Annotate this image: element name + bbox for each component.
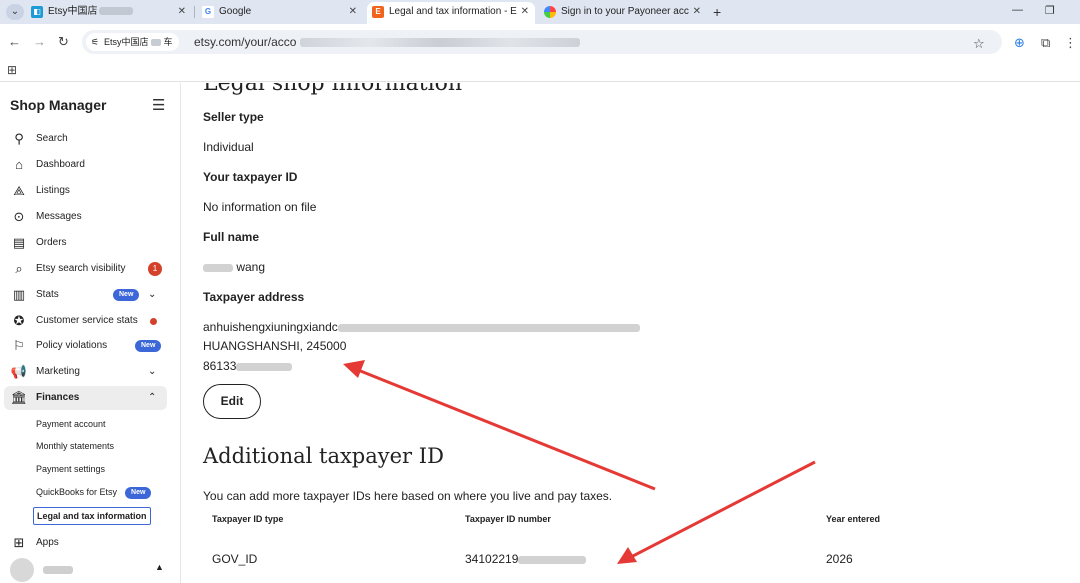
sidebar-title: Shop Manager [10,97,107,113]
sidebar-subitem-legal-tax[interactable]: Legal and tax information [33,507,151,525]
sidebar-subitem-payment-account[interactable]: Payment account [36,417,106,431]
taxpayer-id-value: No information on file [203,200,317,214]
new-badge: New [125,486,152,499]
seller-type-value: Individual [203,140,254,154]
taxpayer-address-label: Taxpayer address [203,290,305,304]
sidebar-item-policy-violations[interactable]: ⚐ Policy violations New [0,334,181,358]
full-name-label: Full name [203,230,260,244]
payoneer-icon [544,6,556,18]
address-bar-row: ← → ↻ ⚟ Etsy中国店 车 etsy.com/your/acco [0,24,1080,60]
shop-manager-sidebar: Shop Manager ☰ ⚲ Search ⌂ Dashboard ⟁ Li… [0,83,181,583]
sidebar-item-marketing[interactable]: 📢 Marketing ⌄ [0,360,181,384]
browser-tab-legal-tax[interactable]: E Legal and tax information - E ✕ [367,2,535,24]
browser-tab-google[interactable]: G Google ✕ [197,2,363,24]
sidebar-subitem-quickbooks[interactable]: QuickBooks for Etsy New [36,485,152,499]
bookmark-star-icon[interactable]: ☆ [973,36,985,52]
browser-tab-payoneer[interactable]: Sign in to your Payoneer acc ✕ [539,2,707,24]
hamburger-menu-icon[interactable]: ☰ [152,96,165,114]
address-line-3: 86133 [203,359,293,373]
sidebar-item-search[interactable]: ⚲ Search [0,127,181,151]
site-settings-icon: ⚟ [91,37,100,47]
notification-count-badge: 1 [148,262,162,276]
search-visibility-icon: ⌕ [15,261,23,276]
tab-search-chevron-icon[interactable]: ⌄ [6,4,24,20]
extensions-icon[interactable]: ⧉ [1041,35,1050,51]
caret-up-icon[interactable]: ▲ [155,562,164,572]
stats-icon: ▥ [12,287,26,302]
seller-type-label: Seller type [203,110,264,124]
column-header-type: Taxpayer ID type [212,514,284,524]
address-line-2: HUANGSHANSHI, 245000 [203,339,347,353]
restore-icon[interactable]: ❐ [1045,4,1055,17]
site-info-chip[interactable]: ⚟ Etsy中国店 车 [86,33,179,51]
chevron-down-icon[interactable]: ⌄ [148,360,156,384]
close-tab-icon[interactable]: ✕ [178,2,186,22]
more-menu-icon[interactable]: ⋮ [1064,35,1077,51]
sidebar-item-customer-service-stats[interactable]: ✪ Customer service stats [0,309,181,333]
sidebar-subitem-payment-settings[interactable]: Payment settings [36,462,105,476]
orders-icon: ▤ [12,235,26,250]
chevron-up-icon[interactable]: ⌃ [148,386,156,410]
sidebar-item-messages[interactable]: ⊙ Messages [0,205,181,229]
new-badge: New [135,340,162,352]
taxpayer-id-label: Your taxpayer ID [203,170,298,184]
taxpayer-id-type-cell: GOV_ID [212,552,258,566]
messages-icon: ⊙ [13,209,25,224]
forward-arrow-icon[interactable]: → [33,34,46,49]
address-line-1: anhuishengxiuningxiandc [203,320,640,334]
column-header-number: Taxpayer ID number [465,514,551,524]
close-tab-icon[interactable]: ✕ [349,2,357,22]
listings-icon: ⟁ [13,183,25,198]
home-icon: ⌂ [15,157,23,172]
sidebar-item-finances[interactable]: 🏛 Finances ⌃ [4,386,167,410]
sidebar-item-stats[interactable]: ▥ Stats New ⌄ [0,283,181,307]
bank-icon: 🏛 [10,390,28,405]
customer-service-icon: ✪ [13,313,25,328]
year-entered-cell: 2026 [826,552,853,566]
avatar [10,558,34,582]
megaphone-icon: 📢 [10,364,28,379]
close-tab-icon[interactable]: ✕ [521,2,529,22]
sidebar-item-listings[interactable]: ⟁ Listings [0,179,181,203]
flag-icon: ⚐ [13,338,25,353]
etsy-icon: E [372,6,384,18]
sidebar-subitem-monthly-statements[interactable]: Monthly statements [36,439,114,453]
apps-icon: ⊞ [13,535,25,550]
close-tab-icon[interactable]: ✕ [693,2,701,22]
translate-globe-icon[interactable]: ⊕ [1014,35,1025,51]
browser-tab-bar: ⌄ ◧ Etsy中国店 ✕ G Google ✕ E Legal and tax… [0,0,1080,24]
back-arrow-icon[interactable]: ← [8,34,21,49]
browser-tab-etsy-store[interactable]: ◧ Etsy中国店 ✕ [26,2,192,24]
additional-taxpayer-description: You can add more taxpayer IDs here based… [203,489,613,503]
legal-shop-heading: Legal shop information [203,83,463,96]
taxpayer-id-number-cell: 34102219 [465,552,587,566]
bookmarks-bar: ⊞ [0,60,1080,82]
google-icon: G [202,6,214,18]
full-name-value: wang [203,260,265,274]
etsy-sm-icon: ◧ [31,6,43,18]
apps-grid-icon[interactable]: ⊞ [7,63,17,77]
column-header-year: Year entered [826,514,881,524]
edit-button[interactable]: Edit [203,384,261,419]
reload-icon[interactable]: ↻ [58,34,69,50]
chevron-down-icon[interactable]: ⌄ [148,283,156,307]
additional-taxpayer-heading: Additional taxpayer ID [203,444,444,468]
sidebar-item-search-visibility[interactable]: ⌕ Etsy search visibility 1 [0,257,181,281]
alert-dot [150,318,157,325]
new-badge: New [113,289,140,301]
url-text: etsy.com/your/acco [194,35,297,49]
sidebar-item-apps[interactable]: ⊞ Apps [0,531,181,555]
new-tab-button[interactable]: + [713,2,721,22]
omnibox[interactable]: ⚟ Etsy中国店 车 etsy.com/your/acco [82,30,1002,54]
search-icon: ⚲ [14,131,24,146]
sidebar-item-orders[interactable]: ▤ Orders [0,231,181,255]
sidebar-item-dashboard[interactable]: ⌂ Dashboard [0,153,181,177]
minimize-icon[interactable]: — [1012,4,1023,16]
account-menu[interactable]: ▲ [10,556,170,582]
main-content: Legal shop information Seller type Indiv… [182,83,1080,583]
